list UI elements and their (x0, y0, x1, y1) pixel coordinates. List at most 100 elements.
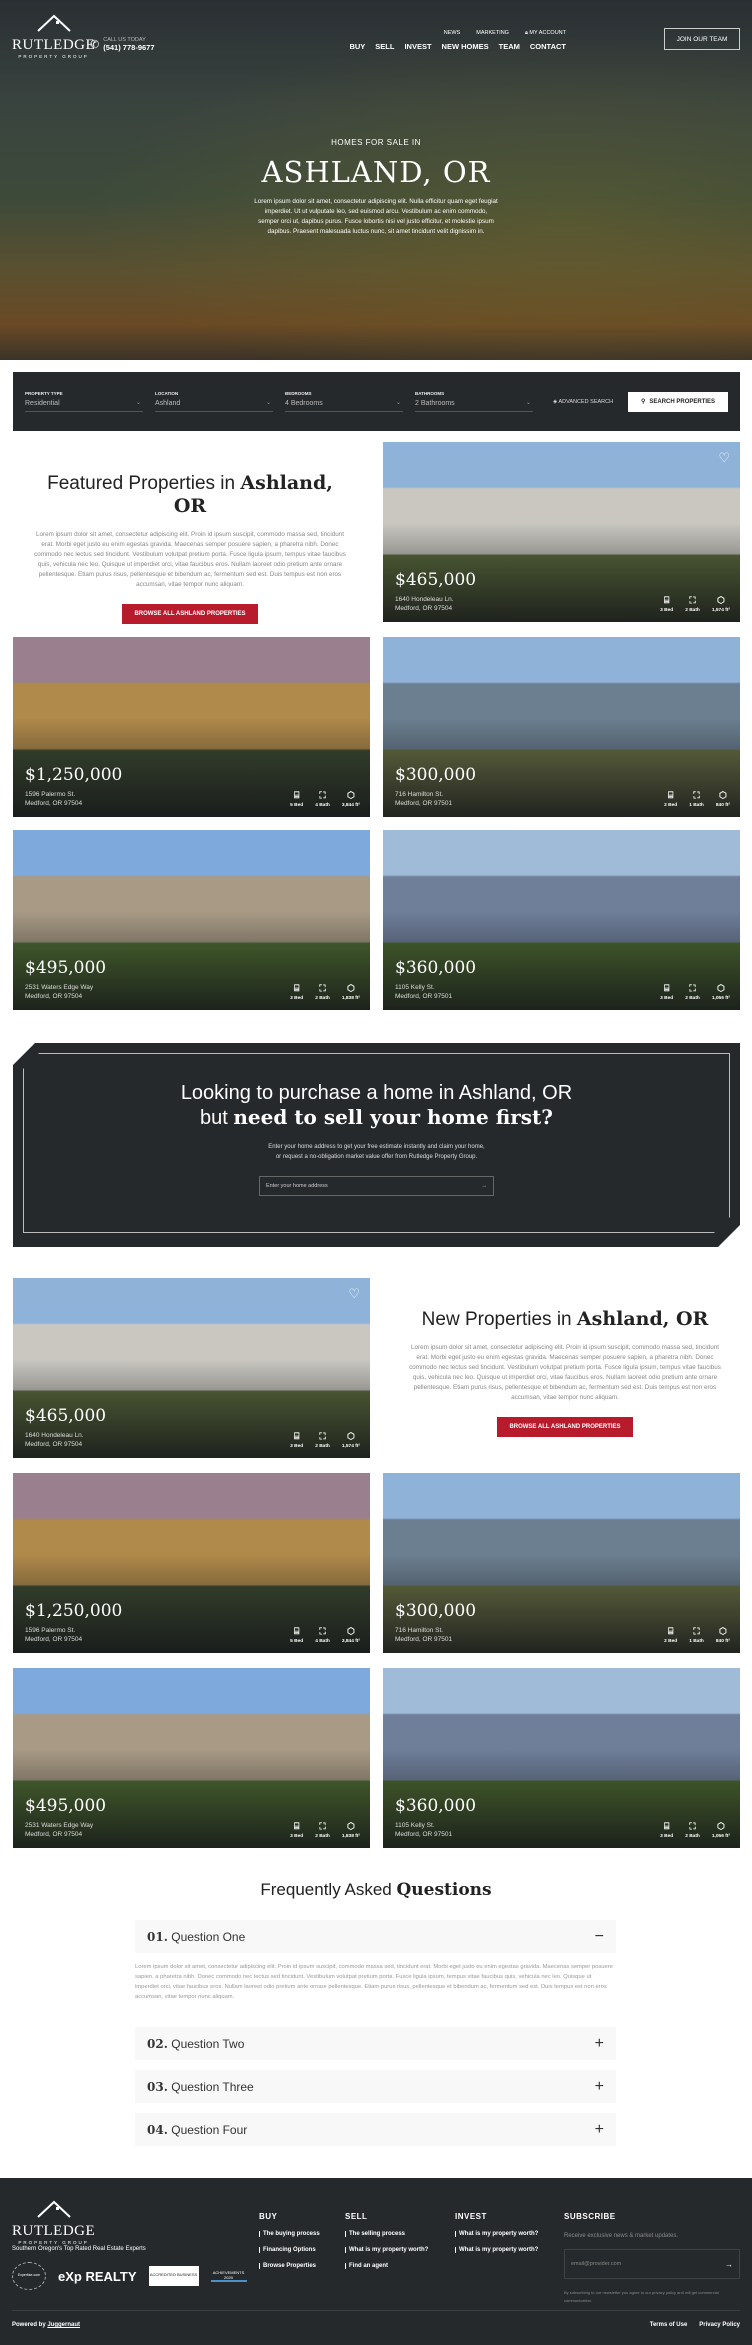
property-search-bar: PROPERTY TYPE Residential ⌄ LOCATION Ashlan… (13, 372, 740, 431)
filter-icon: ◈ (553, 398, 558, 405)
heart-icon[interactable]: ♡ (718, 450, 730, 466)
bedrooms-select[interactable]: BEDROOMS 4 Bedrooms ⌄ (285, 391, 403, 412)
property-address: 1640 Hondeleau Ln. Medford, OR 97504 (395, 596, 454, 612)
arrow-right-icon[interactable]: → (725, 2260, 733, 2269)
privacy-link[interactable]: Privacy Policy (699, 2322, 740, 2328)
chevron-down-icon: ⌄ (395, 400, 401, 406)
property-price: $465,000 (395, 570, 477, 590)
footer-link[interactable]: The buying process (259, 2231, 320, 2237)
location-select[interactable]: LOCATION Ashland ⌄ (155, 391, 273, 412)
footer-link[interactable]: Financing Options (259, 2247, 320, 2253)
property-card[interactable]: $300,000 716 Hamilton St. Medford, OR 975… (383, 1473, 740, 1653)
phone-block[interactable]: ✆ CALL US TODAY (541) 778-9677 (90, 37, 155, 52)
area-cube-icon: ⬡ (719, 1626, 727, 1636)
house-roof-icon (36, 2200, 71, 2218)
nav-sell[interactable]: SELL (375, 42, 394, 51)
footer-link[interactable]: Browse Properties (259, 2263, 320, 2269)
bed-icon: ⌸ (663, 595, 670, 605)
property-card[interactable]: $495,000 2531 Waters Edge Way Medford, OR… (13, 1668, 370, 1848)
expertise-badge: Expertise.com (12, 2262, 46, 2290)
nav-invest[interactable]: INVEST (404, 42, 431, 51)
property-card[interactable]: ♡ $465,000 1640 Hondeleau Ln. Medford, OR … (383, 442, 740, 622)
logo[interactable]: RUTLEDGE PROPERTY GROUP (12, 14, 95, 59)
top-link-my-account[interactable]: 🔒︎ MY ACCOUNT (525, 30, 566, 37)
footer-logo[interactable]: RUTLEDGE PROPERTY GROUP (12, 2200, 95, 2245)
advanced-search-link[interactable]: ◈ ADVANCED SEARCH (553, 399, 613, 405)
property-stats: ⌸ 3 Bed ⛶ 2 Bath ⬡ 1,574 ft² (290, 1431, 360, 1449)
bed-icon: ⌸ (667, 790, 674, 800)
bed-icon: ⌸ (667, 1626, 674, 1636)
property-price: $360,000 (395, 958, 477, 978)
top-link-marketing[interactable]: MARKETING (476, 30, 509, 37)
new-properties-intro: New Properties in Ashland, OR Lorem ipsu… (405, 1308, 725, 1437)
heart-icon[interactable]: ♡ (348, 1286, 360, 1302)
footer-col-sell: SELL The selling process What is my proper… (345, 2212, 429, 2269)
footer-subscribe: SUBSCRIBE Receive exclusive news & marke… (564, 2212, 740, 2305)
faq-item-2[interactable]: 02. Question Two + (135, 2027, 616, 2060)
chevron-down-icon: ⌄ (525, 400, 531, 406)
lock-icon: 🔒︎ (524, 30, 528, 36)
phone-icon: ✆ (90, 39, 100, 51)
nav-contact[interactable]: CONTACT (530, 42, 566, 51)
nav-team[interactable]: TEAM (499, 42, 520, 51)
property-address: 716 Hamilton St. Medford, OR 97501 (395, 791, 453, 807)
faq-item-3[interactable]: 03. Question Three + (135, 2070, 616, 2103)
area-cube-icon: ⬡ (719, 790, 727, 800)
property-type-select[interactable]: PROPERTY TYPE Residential ⌄ (25, 391, 143, 412)
bath-icon: ⛶ (319, 1821, 326, 1831)
plus-icon[interactable]: + (595, 2121, 604, 2139)
faq-title: Frequently Asked Questions (260, 1880, 492, 1900)
area-cube-icon: ⬡ (347, 1821, 355, 1831)
hero-content: HOMES FOR SALE IN ASHLAND, OR Lorem ipsu… (0, 138, 752, 237)
bathrooms-select[interactable]: BATHROOMS 2 Bathrooms ⌄ (415, 391, 533, 412)
terms-link[interactable]: Terms of Use (650, 2322, 688, 2328)
join-our-team-button[interactable]: JOIN OUR TEAM (664, 28, 740, 50)
property-card[interactable]: $495,000 2531 Waters Edge Way Medford, OR… (13, 830, 370, 1010)
bath-icon: ⛶ (693, 790, 700, 800)
property-address: 1105 Kelly St. Medford, OR 97501 (395, 984, 453, 1000)
footer-link[interactable]: What is my property worth? (455, 2231, 538, 2237)
property-address: 716 Hamilton St. Medford, OR 97501 (395, 1627, 453, 1643)
bath-icon: ⛶ (693, 1626, 700, 1636)
bath-icon: ⛶ (319, 983, 326, 993)
juggernaut-link[interactable]: Juggernaut (47, 2322, 80, 2328)
property-stats: ⌸ 5 Bed ⛶ 4 Bath ⬡ 3,844 ft² (290, 790, 360, 808)
property-card[interactable]: $360,000 1105 Kelly St. Medford, OR 97501… (383, 1668, 740, 1848)
property-card[interactable]: ♡ $465,000 1640 Hondeleau Ln. Medford, OR … (13, 1278, 370, 1458)
footer-link[interactable]: Find an agent (345, 2263, 428, 2269)
area-cube-icon: ⬡ (717, 1821, 725, 1831)
browse-all-button[interactable]: BROWSE ALL ASHLAND PROPERTIES (497, 1417, 633, 1437)
property-card[interactable]: $1,250,000 1596 Palermo St. Medford, OR 9… (13, 637, 370, 817)
bed-icon: ⌸ (663, 983, 670, 993)
property-price: $360,000 (395, 1796, 477, 1816)
nav-buy[interactable]: BUY (349, 42, 365, 51)
property-price: $1,250,000 (25, 1601, 123, 1621)
search-properties-button[interactable]: ⚲ SEARCH PROPERTIES (628, 391, 728, 412)
property-address: 1640 Hondeleau Ln. Medford, OR 97504 (25, 1432, 84, 1448)
plus-icon[interactable]: + (595, 2035, 604, 2053)
bath-icon: ⛶ (689, 1821, 696, 1831)
top-link-news[interactable]: NEWS (444, 30, 461, 37)
property-card[interactable]: $1,250,000 1596 Palermo St. Medford, OR 9… (13, 1473, 370, 1653)
chevron-down-icon: ⌄ (265, 400, 271, 406)
footer-link[interactable]: The selling process (345, 2231, 428, 2237)
badges: Expertise.com eXp REALTY ACCREDITED BUSI… (12, 2262, 247, 2290)
faq-item-4[interactable]: 04. Question Four + (135, 2113, 616, 2146)
property-card[interactable]: $360,000 1105 Kelly St. Medford, OR 97501… (383, 830, 740, 1010)
bed-icon: ⌸ (293, 1626, 300, 1636)
area-cube-icon: ⬡ (347, 1626, 355, 1636)
property-price: $300,000 (395, 765, 477, 785)
footer-link[interactable]: What is my property worth? (455, 2247, 538, 2253)
plus-icon[interactable]: + (595, 2078, 604, 2096)
property-address: 1105 Kelly St. Medford, OR 97501 (395, 1822, 453, 1838)
faq-item-1[interactable]: 01. Question One − (135, 1920, 616, 1953)
footer-link[interactable]: What is my property worth? (345, 2247, 428, 2253)
property-stats: ⌸ 3 Bed ⛶ 2 Bath ⬡ 1,056 ft² (660, 1821, 730, 1839)
bath-icon: ⛶ (319, 1626, 326, 1636)
nav-new-homes[interactable]: NEW HOMES (442, 42, 489, 51)
sell-first-cta: Looking to purchase a home in Ashland, O… (13, 1043, 740, 1247)
email-input[interactable]: email@provider.com → (564, 2249, 740, 2279)
minus-icon[interactable]: − (595, 1928, 604, 1946)
property-card[interactable]: $300,000 716 Hamilton St. Medford, OR 975… (383, 637, 740, 817)
browse-all-button[interactable]: BROWSE ALL ASHLAND PROPERTIES (122, 604, 258, 624)
